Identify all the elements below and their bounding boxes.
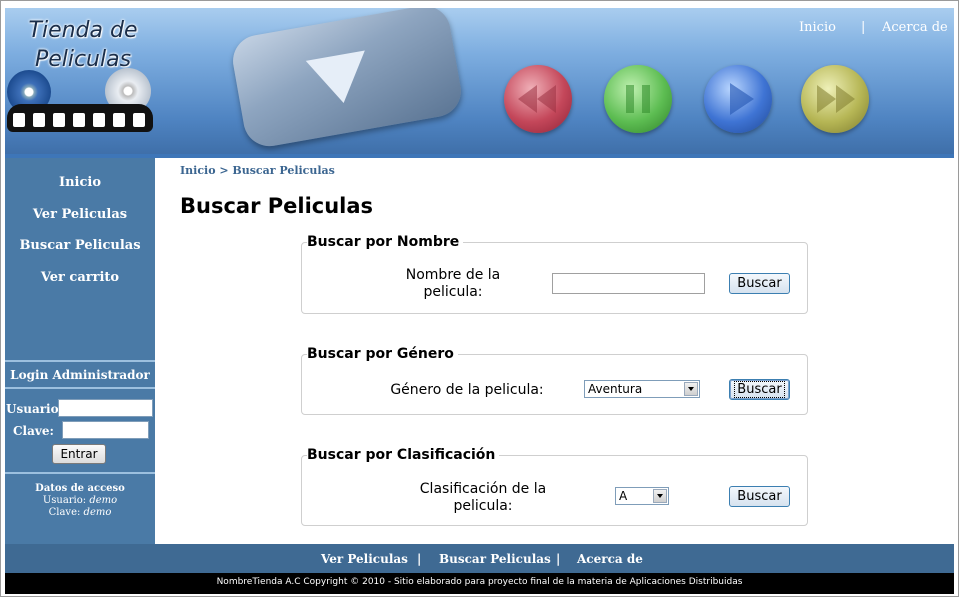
movie-name-label-line-2: pelicula: <box>423 284 483 300</box>
search-by-name-section: Buscar por Nombre Nombre de la pelicula:… <box>301 234 808 314</box>
search-by-genre-legend: Buscar por Género <box>307 346 458 362</box>
top-nav-separator: | <box>861 20 866 35</box>
top-nav-acerca-de[interactable]: Acerca de <box>882 20 948 35</box>
access-user: Usuario: demo <box>5 495 155 507</box>
footer-separator: | <box>556 552 561 566</box>
username-label: Usuario: <box>6 402 64 416</box>
sidebar-divider <box>5 387 155 389</box>
top-nav-inicio[interactable]: Inicio <box>799 20 836 35</box>
copyright-text: NombreTienda A.C Copyright © 2010 - Siti… <box>216 577 743 587</box>
password-input[interactable] <box>62 421 149 439</box>
chevron-down-icon[interactable] <box>653 489 667 503</box>
username-input[interactable] <box>58 399 153 417</box>
search-by-rating-legend: Buscar por Clasificación <box>307 447 500 463</box>
search-by-genre-button-label: Buscar <box>734 381 785 398</box>
footer-link-acerca-de[interactable]: Acerca de <box>577 552 643 566</box>
play-button-graphic <box>228 8 466 151</box>
search-by-rating-section: Buscar por Clasificación Clasificación d… <box>301 447 808 526</box>
access-user-label: Usuario: <box>42 495 87 506</box>
search-by-name-button[interactable]: Buscar <box>729 273 790 294</box>
page-title: Buscar Peliculas <box>180 194 374 218</box>
site-header: Tienda de Peliculas Inicio | Acerca de <box>5 8 954 156</box>
logo-line-2: Peliculas <box>34 47 132 72</box>
sidebar-divider <box>5 360 155 362</box>
rating-label-line-2: pelicula: <box>453 498 513 514</box>
sidebar-item-inicio[interactable]: Inicio <box>5 175 155 190</box>
footer-link-ver-peliculas[interactable]: Ver Peliculas <box>321 552 408 566</box>
sidebar-item-ver-peliculas[interactable]: Ver Peliculas <box>5 207 155 222</box>
login-button[interactable]: Entrar <box>52 444 106 464</box>
forward-icon <box>801 65 869 133</box>
logo-text: Tienda de Peliculas <box>13 16 153 74</box>
password-label: Clave: <box>13 424 54 438</box>
genre-select[interactable]: Aventura <box>584 380 700 398</box>
pause-icon <box>604 65 672 133</box>
footer-separator: | <box>417 552 422 566</box>
rating-select[interactable]: A <box>615 487 669 505</box>
login-title: Login Administrador <box>10 368 150 382</box>
access-password: Clave: demo <box>5 507 155 519</box>
search-by-rating-button[interactable]: Buscar <box>729 486 790 507</box>
sidebar-item-buscar-peliculas[interactable]: Buscar Peliculas <box>5 238 155 253</box>
footer-nav: Ver Peliculas | Buscar Peliculas | Acerc… <box>5 544 954 573</box>
search-by-name-legend: Buscar por Nombre <box>307 234 464 250</box>
search-by-genre-button[interactable]: Buscar <box>729 379 790 400</box>
search-by-genre-section: Buscar por Género Género de la pelicula:… <box>301 346 808 415</box>
genre-select-value: Aventura <box>588 382 643 396</box>
access-password-label: Clave: <box>48 507 81 518</box>
breadcrumb: Inicio > Buscar Peliculas <box>180 164 335 177</box>
rating-select-value: A <box>619 489 628 503</box>
access-password-value: demo <box>83 507 112 518</box>
play-icon <box>305 50 374 109</box>
sidebar-item-ver-carrito[interactable]: Ver carrito <box>5 270 155 285</box>
access-user-value: demo <box>89 495 118 506</box>
movie-name-input[interactable] <box>552 273 705 294</box>
access-title: Datos de acceso <box>35 483 125 494</box>
footer-link-buscar-peliculas[interactable]: Buscar Peliculas <box>439 552 551 566</box>
site-logo[interactable]: Tienda de Peliculas <box>5 8 155 156</box>
chevron-down-icon[interactable] <box>684 382 698 396</box>
rewind-icon <box>504 65 572 133</box>
play-icon <box>704 65 772 133</box>
browser-viewport: Tienda de Peliculas Inicio | Acerca de I… <box>0 0 959 597</box>
footer: NombreTienda A.C Copyright © 2010 - Siti… <box>5 573 954 594</box>
movie-name-label-line-1: Nombre de la <box>405 267 501 283</box>
logo-line-1: Tienda de <box>28 18 138 43</box>
sidebar: Inicio Ver Peliculas Buscar Peliculas Ve… <box>5 158 155 544</box>
film-strip-icon <box>7 104 153 132</box>
genre-label: Género de la pelicula: <box>390 382 544 398</box>
rating-label: Clasificación de la pelicula: <box>388 481 578 515</box>
rating-label-line-1: Clasificación de la <box>419 481 547 497</box>
sidebar-divider <box>5 472 155 474</box>
movie-name-label: Nombre de la pelicula: <box>388 267 518 301</box>
